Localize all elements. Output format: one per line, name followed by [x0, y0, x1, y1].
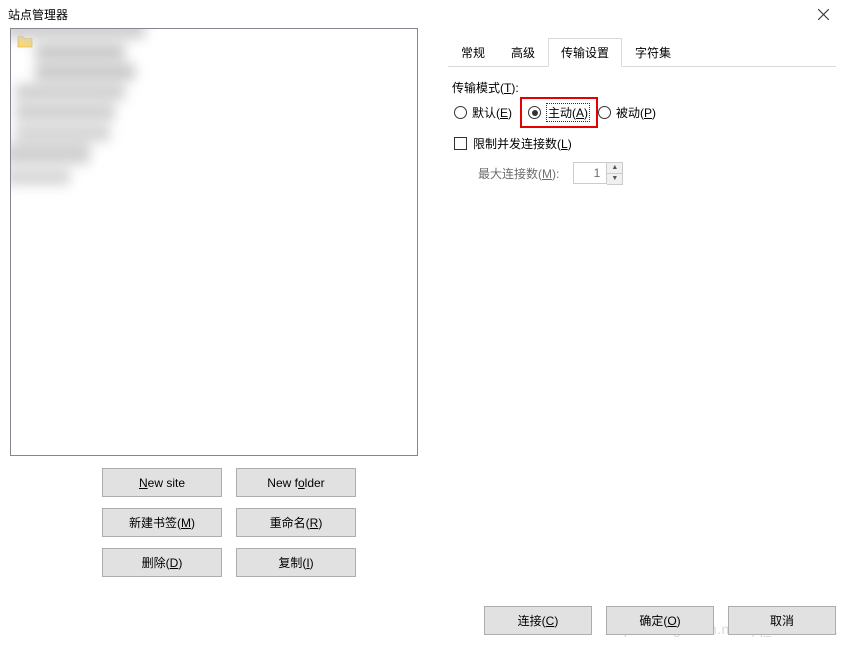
radio-passive-label: 被动(P)	[616, 104, 656, 121]
window-title: 站点管理器	[8, 6, 68, 23]
bottom-bar: 连接(C) 确定(O) 取消	[484, 606, 836, 635]
tabs: 常规 高级 传输设置 字符集	[448, 38, 836, 66]
radio-default-label: 默认(E)	[472, 104, 512, 121]
radio-icon	[454, 106, 467, 119]
close-button[interactable]	[801, 0, 846, 28]
titlebar: 站点管理器	[0, 0, 846, 28]
copy-button[interactable]: 复制(I)	[236, 548, 356, 577]
new-site-button[interactable]: New site	[102, 468, 222, 497]
close-icon	[818, 9, 829, 20]
radio-default[interactable]: 默认(E)	[454, 104, 512, 121]
transfer-mode-radios: 默认(E) 主动(A) 被动(P)	[454, 104, 832, 121]
tab-general[interactable]: 常规	[448, 38, 498, 67]
max-connections-row: 最大连接数(M): ▲ ▼	[478, 162, 832, 185]
tab-charset[interactable]: 字符集	[622, 38, 684, 67]
left-panel: New site New folder 新建书签(M) 重命名(R) 删除(D)…	[10, 28, 418, 577]
spinner-down-icon[interactable]: ▼	[607, 174, 622, 185]
rename-button[interactable]: 重命名(R)	[236, 508, 356, 537]
radio-passive[interactable]: 被动(P)	[598, 104, 656, 121]
radio-active-label: 主动(A)	[546, 103, 590, 122]
folder-icon	[17, 34, 33, 48]
radio-active[interactable]: 主动(A)	[528, 104, 590, 121]
radio-icon	[598, 106, 611, 119]
limit-connections-check[interactable]: 限制并发连接数(L)	[454, 135, 832, 152]
transfer-mode-label: 传输模式(T):	[452, 79, 832, 96]
site-tree[interactable]	[10, 28, 418, 456]
spinner-buttons: ▲ ▼	[607, 162, 623, 185]
site-buttons: New site New folder 新建书签(M) 重命名(R) 删除(D)…	[102, 468, 418, 577]
tab-content: 传输模式(T): 默认(E) 主动(A) 被动(P)	[448, 66, 836, 189]
max-conn-spinner[interactable]: ▲ ▼	[573, 162, 623, 185]
tab-advanced[interactable]: 高级	[498, 38, 548, 67]
blurred-content	[10, 28, 165, 194]
connect-button[interactable]: 连接(C)	[484, 606, 592, 635]
new-bookmark-button[interactable]: 新建书签(M)	[102, 508, 222, 537]
right-panel: 常规 高级 传输设置 字符集 传输模式(T): 默认(E) 主动(A)	[438, 28, 836, 577]
cancel-button[interactable]: 取消	[728, 606, 836, 635]
content-area: New site New folder 新建书签(M) 重命名(R) 删除(D)…	[0, 28, 846, 585]
spinner-up-icon[interactable]: ▲	[607, 163, 622, 174]
delete-button[interactable]: 删除(D)	[102, 548, 222, 577]
ok-button[interactable]: 确定(O)	[606, 606, 714, 635]
new-folder-button[interactable]: New folder	[236, 468, 356, 497]
max-conn-label: 最大连接数(M):	[478, 165, 559, 182]
limit-label: 限制并发连接数(L)	[473, 135, 572, 152]
highlight-box: 主动(A)	[520, 97, 598, 128]
radio-icon	[528, 106, 541, 119]
checkbox-icon	[454, 137, 467, 150]
tab-transfer-settings[interactable]: 传输设置	[548, 38, 622, 67]
tree-item[interactable]	[17, 33, 411, 49]
max-conn-input[interactable]	[573, 162, 607, 184]
